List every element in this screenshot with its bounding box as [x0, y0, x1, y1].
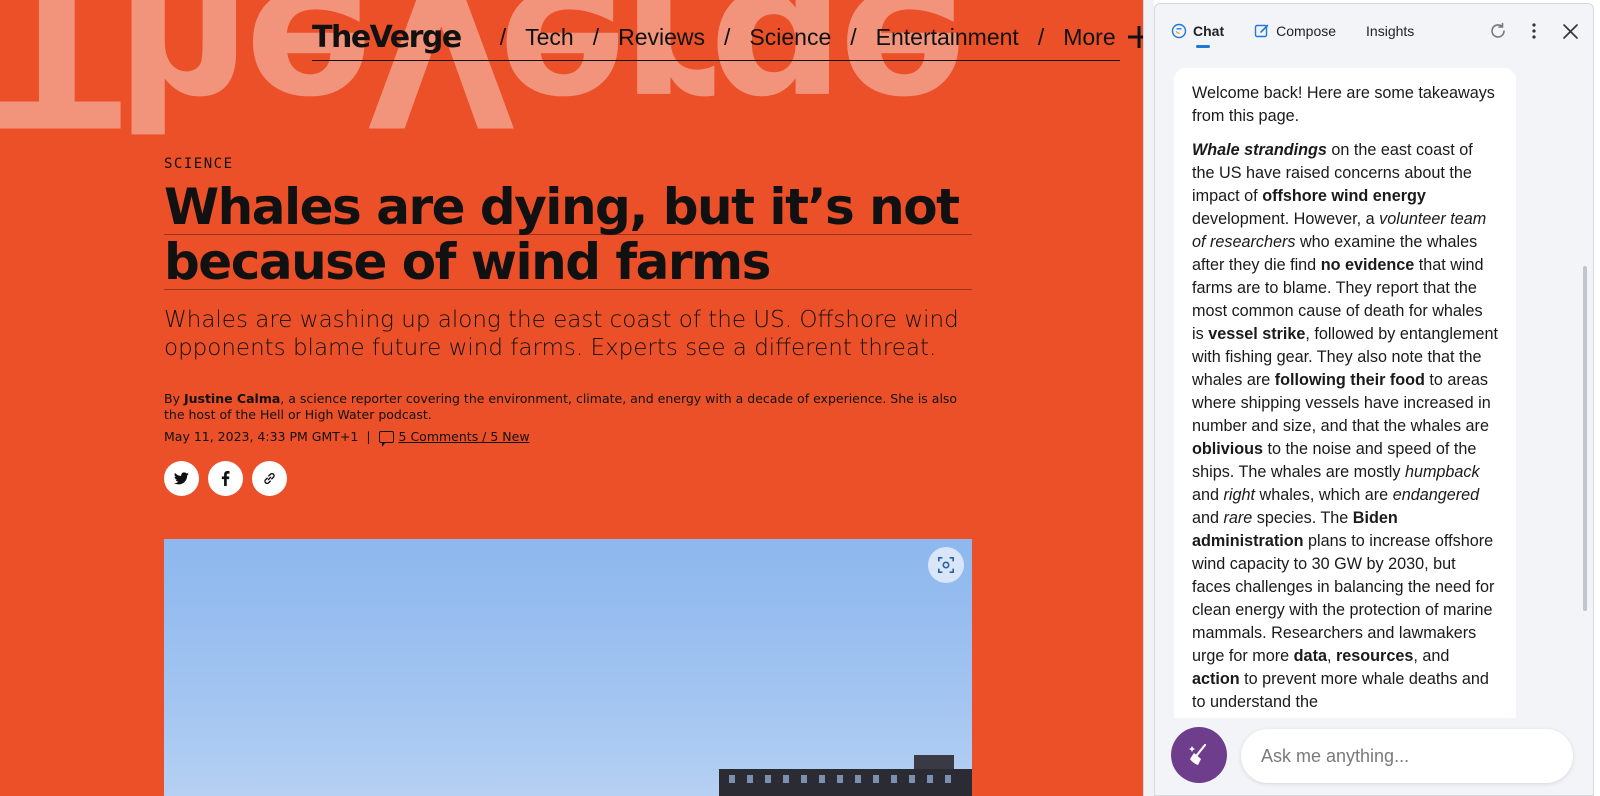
facebook-icon	[221, 471, 230, 486]
tab-chat[interactable]: Chat	[1171, 4, 1224, 58]
tab-label: Compose	[1276, 23, 1337, 39]
assistant-sidebar: Chat Compose Insights Welcome back! Here…	[1154, 3, 1594, 796]
copy-link-button[interactable]	[252, 461, 287, 496]
verge-logo[interactable]: TheVerge	[312, 20, 462, 55]
summary-segment: endangered	[1392, 486, 1480, 504]
tab-compose[interactable]: Compose	[1254, 4, 1336, 58]
summary-segment: right	[1223, 486, 1256, 504]
headline-line: because of wind farms	[164, 235, 972, 290]
summary-segment: plans to increase offshore wind capacity…	[1192, 532, 1495, 665]
sidebar-header-actions	[1487, 20, 1581, 42]
share-facebook-button[interactable]	[208, 461, 243, 496]
article-page: TheVerge TheVerge / Tech / Reviews / Sci…	[0, 0, 1143, 796]
summary-segment: ,	[1326, 647, 1336, 665]
clear-chat-button[interactable]	[1171, 727, 1227, 783]
hero-image	[164, 539, 972, 796]
summary-segment: whales, which are	[1255, 486, 1393, 504]
sidebar-header: Chat Compose Insights	[1155, 4, 1593, 58]
summary-segment: and	[1192, 509, 1224, 527]
summary-segment: oblivious	[1192, 440, 1264, 458]
summary-segment: offshore wind energy	[1262, 187, 1426, 205]
nav-separator: /	[499, 23, 507, 50]
tab-label: Chat	[1193, 23, 1225, 39]
tab-insights[interactable]: Insights	[1366, 4, 1414, 58]
image-zoom-icon	[937, 556, 955, 574]
chat-input-area	[1155, 715, 1593, 795]
article-headline: Whales are dying, but it’s not because o…	[164, 180, 972, 290]
summary-segment: data	[1293, 647, 1327, 665]
tab-label: Insights	[1366, 23, 1415, 39]
nav-item-reviews[interactable]: Reviews	[618, 24, 705, 51]
summary-segment: no evidence	[1320, 256, 1415, 274]
hero-building	[719, 755, 972, 796]
chat-input[interactable]	[1241, 729, 1573, 783]
summary-segment: rare	[1223, 509, 1253, 527]
nav-item-entertainment[interactable]: Entertainment	[876, 24, 1019, 51]
author-bio: , a science reporter covering the enviro…	[164, 391, 958, 422]
summary-segment: vessel strike	[1208, 325, 1306, 343]
link-icon	[264, 473, 275, 484]
headline-line: Whales are dying, but it’s not	[164, 180, 972, 235]
more-vertical-icon	[1532, 23, 1536, 39]
article-category[interactable]: SCIENCE	[164, 156, 234, 172]
share-buttons	[164, 461, 287, 496]
nav-separator: /	[850, 23, 857, 50]
article-byline: By Justine Calma, a science reporter cov…	[164, 391, 964, 423]
chat-bubble-icon	[1171, 23, 1187, 39]
expand-image-button[interactable]	[928, 547, 964, 583]
summary-segment: , and	[1413, 647, 1450, 665]
broom-sparkle-icon	[1189, 743, 1207, 765]
byline-prefix: By	[164, 391, 184, 406]
summary-segment: following their food	[1274, 371, 1425, 389]
nav-separator: /	[1037, 23, 1045, 50]
comments-link[interactable]: 5 Comments / 5 New	[378, 429, 530, 447]
article-dek: Whales are washing up along the east coa…	[164, 307, 959, 361]
nav-item-tech[interactable]: Tech	[525, 24, 574, 51]
nav-separator: /	[724, 23, 731, 50]
twitter-icon	[174, 472, 189, 485]
close-icon	[1562, 23, 1578, 39]
summary-segment: species. The	[1252, 509, 1353, 527]
nav-separator: /	[592, 23, 600, 50]
chat-scrollbar[interactable]	[1583, 266, 1587, 611]
nav-item-science[interactable]: Science	[749, 24, 831, 51]
summary-segment: action	[1192, 670, 1240, 688]
article-meta: May 11, 2023, 4:33 PM GMT+1 | 5 Comments…	[164, 429, 530, 447]
author-link[interactable]: Justine Calma	[184, 391, 280, 406]
message-intro: Welcome back! Here are some takeaways fr…	[1192, 84, 1495, 125]
close-sidebar-button[interactable]	[1559, 20, 1581, 42]
summary-segment: and	[1192, 486, 1224, 504]
summary-segment: humpback	[1404, 463, 1480, 481]
refresh-icon	[1491, 22, 1505, 38]
plus-icon[interactable]	[1126, 17, 1143, 57]
nav-item-more[interactable]: More	[1063, 24, 1115, 51]
assistant-message: Welcome back! Here are some takeaways fr…	[1174, 68, 1516, 718]
refresh-button[interactable]	[1487, 20, 1509, 42]
summary-segment: resources	[1335, 647, 1414, 665]
sidebar-gutter	[1143, 0, 1154, 796]
message-summary: Whale strandings on the east coast of th…	[1192, 139, 1498, 714]
share-twitter-button[interactable]	[164, 461, 199, 496]
meta-separator: |	[366, 429, 371, 444]
comments-count: 5 Comments / 5 New	[398, 429, 530, 444]
compose-pencil-icon	[1254, 23, 1270, 39]
top-navigation: TheVerge / Tech / Reviews / Science / En…	[312, 14, 1143, 61]
more-options-button[interactable]	[1523, 20, 1545, 42]
summary-segment: Whale strandings	[1192, 141, 1327, 159]
summary-segment: development. However, a	[1192, 210, 1380, 228]
publish-date: May 11, 2023, 4:33 PM GMT+1	[164, 429, 359, 444]
comment-icon	[378, 430, 394, 447]
